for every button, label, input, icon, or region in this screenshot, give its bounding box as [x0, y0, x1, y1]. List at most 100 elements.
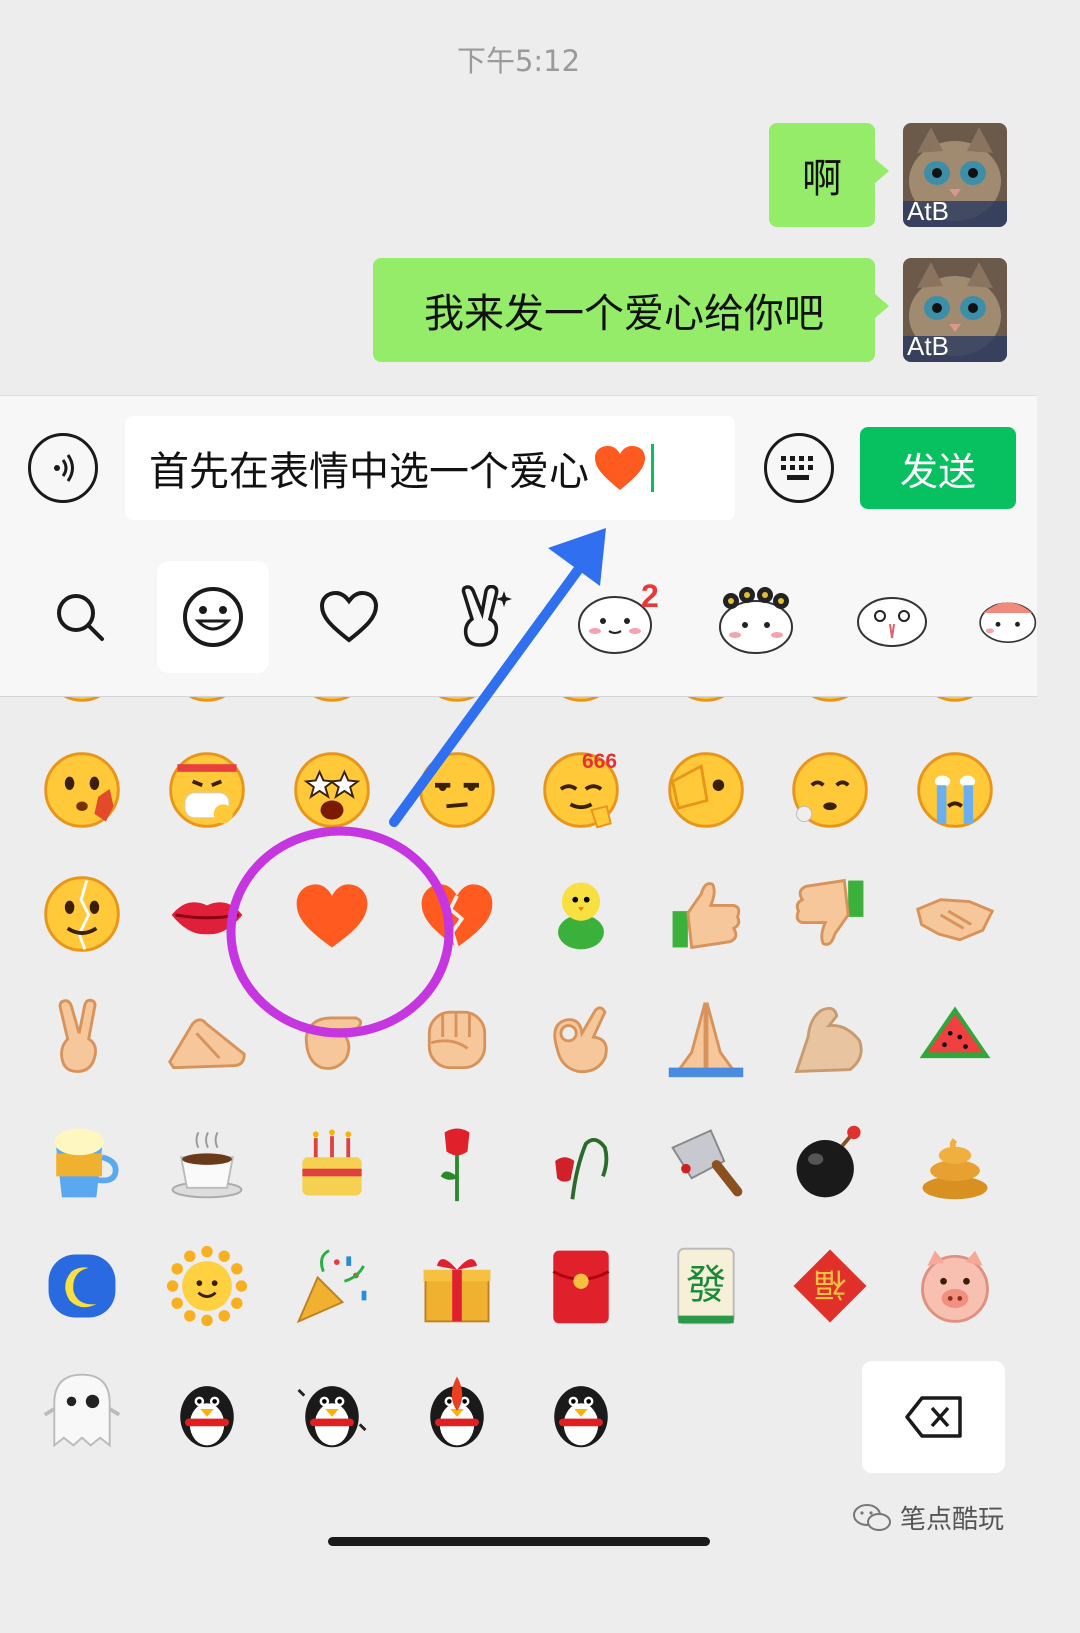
gift-emoji[interactable] — [412, 1241, 502, 1331]
emoji-partial — [910, 697, 1000, 709]
green-chick-emoji[interactable] — [536, 869, 626, 959]
emoji-partial — [785, 697, 875, 709]
emoji-panel: 666 發 福 笔点酷玩 — [0, 696, 1037, 1569]
message-text: 我来发一个爱心给你吧 — [424, 291, 824, 337]
tab-custom-stickers[interactable] — [428, 561, 540, 673]
message-input[interactable]: 首先在表情中选一个爱心 — [125, 416, 735, 520]
message-bubble[interactable]: 啊 — [769, 123, 889, 227]
message-input-text: 首先在表情中选一个爱心 — [149, 449, 589, 495]
heart-emoji[interactable] — [287, 869, 377, 959]
red-packet-emoji[interactable] — [536, 1241, 626, 1331]
svg-text:666: 666 — [582, 750, 617, 773]
sigh-emoji[interactable] — [785, 745, 875, 835]
penguin-scarf-emoji[interactable] — [536, 1365, 626, 1455]
crying-emoji[interactable] — [910, 745, 1000, 835]
penguin-fire-emoji[interactable] — [412, 1365, 502, 1455]
input-area: 首先在表情中选一个爱心 发送 2 — [0, 395, 1037, 696]
keyboard-icon — [781, 456, 813, 480]
wechat-icon — [853, 1503, 891, 1531]
search-icon — [57, 594, 104, 641]
tab-sticker-pack[interactable]: 2 — [564, 561, 676, 673]
heart-emoji — [595, 446, 645, 490]
coffee-emoji[interactable] — [162, 1117, 252, 1207]
penguin-dance-emoji[interactable] — [287, 1365, 377, 1455]
home-indicator[interactable] — [328, 1537, 710, 1546]
pig-emoji[interactable] — [910, 1241, 1000, 1331]
penguin-emoji[interactable] — [162, 1365, 252, 1455]
moon-emoji[interactable] — [37, 1241, 127, 1331]
facepalm-emoji[interactable] — [661, 745, 751, 835]
poop-emoji[interactable] — [910, 1117, 1000, 1207]
emoji-partial — [287, 697, 377, 709]
hook-hand-emoji[interactable] — [287, 993, 377, 1083]
mahjong-emoji[interactable]: 發 — [661, 1241, 751, 1331]
smirk-emoji[interactable] — [412, 745, 502, 835]
voice-icon — [54, 454, 74, 482]
victory-hand-icon — [461, 585, 512, 647]
emoji-partial — [162, 697, 252, 709]
muscle-emoji[interactable] — [785, 993, 875, 1083]
ok-hand-emoji[interactable] — [536, 993, 626, 1083]
mask-emoji[interactable] — [162, 745, 252, 835]
thumbs-up-emoji[interactable] — [661, 869, 751, 959]
fist-bump-emoji[interactable] — [162, 993, 252, 1083]
smiley-icon — [183, 587, 243, 647]
watermelon-emoji[interactable] — [910, 993, 1000, 1083]
fu-emoji[interactable]: 福 — [785, 1241, 875, 1331]
fist-emoji[interactable] — [412, 993, 502, 1083]
flushed-hand-emoji[interactable] — [37, 745, 127, 835]
victory-emoji[interactable] — [37, 993, 127, 1083]
svg-text:福: 福 — [814, 1266, 846, 1304]
bomb-emoji[interactable] — [785, 1117, 875, 1207]
voice-button[interactable] — [28, 433, 98, 503]
sticker-badge: 2 — [641, 578, 659, 614]
tab-sticker-pack[interactable] — [972, 561, 1037, 673]
heart-outline-icon — [319, 590, 379, 643]
sticker-pack-icon — [857, 597, 927, 647]
handshake-emoji[interactable] — [910, 869, 1000, 959]
sticker-pack-icon — [719, 587, 793, 654]
party-popper-emoji[interactable] — [287, 1241, 377, 1331]
starstruck-emoji[interactable] — [287, 745, 377, 835]
text-caret — [651, 444, 654, 492]
tab-sticker-pack[interactable] — [700, 561, 812, 673]
wilted-rose-emoji[interactable] — [536, 1117, 626, 1207]
avatar-label: AtB — [907, 331, 949, 361]
keyboard-toggle-button[interactable] — [764, 433, 834, 503]
ghost-emoji[interactable] — [37, 1365, 127, 1455]
emoji-partial — [536, 697, 626, 709]
tab-search[interactable] — [24, 561, 136, 673]
rose-emoji[interactable] — [412, 1117, 502, 1207]
cracked-face-emoji[interactable] — [37, 869, 127, 959]
beer-emoji[interactable] — [37, 1117, 127, 1207]
cleaver-emoji[interactable] — [661, 1117, 751, 1207]
tab-sticker-pack[interactable] — [836, 561, 948, 673]
cake-emoji[interactable] — [287, 1117, 377, 1207]
broken-heart-emoji[interactable] — [412, 869, 502, 959]
sticker-pack-icon: 2 — [578, 578, 659, 654]
thumbs-down-emoji[interactable] — [785, 869, 875, 959]
emoji-partial — [661, 697, 751, 709]
message-bubble[interactable]: 我来发一个爱心给你吧 — [373, 258, 889, 362]
message-row: 啊 AtB — [769, 123, 1007, 227]
tab-emoji[interactable] — [157, 561, 269, 673]
chat-timestamp: 下午5:12 — [456, 44, 581, 78]
message-row: 我来发一个爱心给你吧 AtB — [373, 258, 1007, 362]
send-button[interactable]: 发送 — [860, 427, 1016, 509]
tab-favorites[interactable] — [293, 561, 405, 673]
lips-emoji[interactable] — [162, 869, 252, 959]
avatar-label: AtB — [907, 196, 949, 226]
backspace-icon — [904, 1396, 962, 1438]
svg-text:發: 發 — [686, 1262, 726, 1308]
watermark: 笔点酷玩 — [852, 1499, 1004, 1536]
message-text: 啊 — [802, 156, 842, 202]
watermark-text: 笔点酷玩 — [900, 1505, 1005, 1535]
pray-emoji[interactable] — [661, 993, 751, 1083]
emoji-partial — [37, 697, 127, 709]
sun-emoji[interactable] — [162, 1241, 252, 1331]
delete-button[interactable] — [862, 1361, 1005, 1473]
666-emoji[interactable]: 666 — [536, 745, 626, 835]
avatar[interactable]: AtB — [903, 258, 1007, 362]
emoji-partial — [412, 697, 502, 709]
avatar[interactable]: AtB — [903, 123, 1007, 227]
